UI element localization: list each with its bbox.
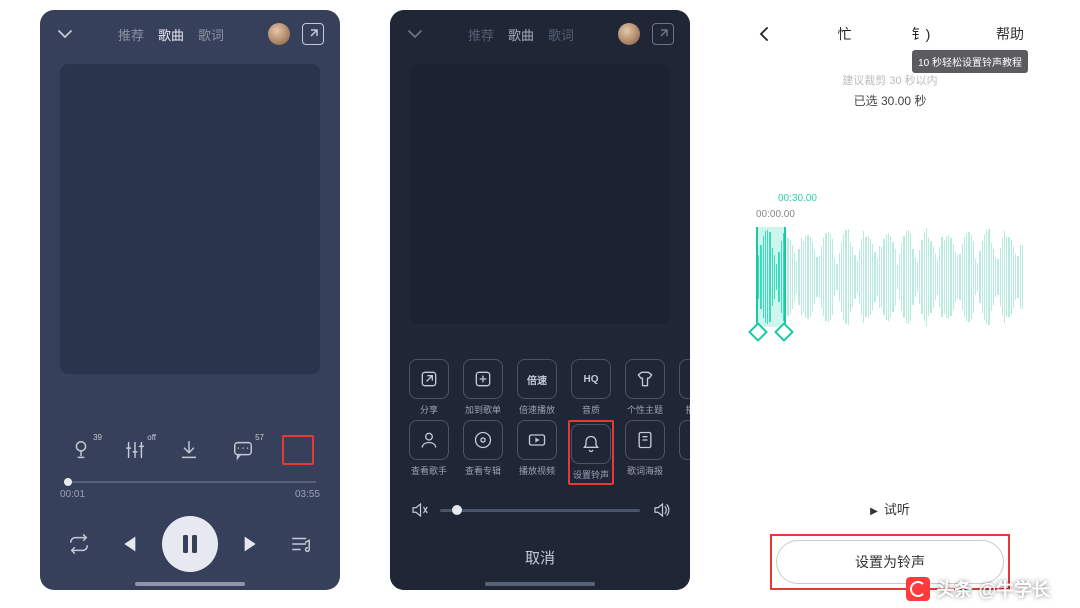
download-icon[interactable] — [174, 435, 204, 465]
sheet-item-label: 查看歌手 — [411, 464, 447, 477]
ringtone-editor-screen: 忙钅) 帮助 10 秒轻松设置铃声教程 建议裁剪 30 秒以内 已选 30.00… — [740, 10, 1040, 590]
theme-icon — [625, 359, 665, 399]
comment-badge: 57 — [255, 433, 264, 442]
end-time-label: 00:30.00 — [778, 193, 817, 204]
eq-badge: off — [147, 433, 156, 442]
prev-icon[interactable] — [113, 529, 143, 559]
sheet-item-label: 设置铃声 — [573, 468, 609, 481]
driving-icon — [679, 420, 690, 460]
album-cover — [60, 64, 320, 374]
sheet-item-add-playlist[interactable]: 加到歌单 — [460, 359, 506, 416]
watermark-logo-icon — [906, 577, 930, 601]
player-tools: 39 off 57 — [60, 425, 320, 481]
avatar — [618, 23, 640, 45]
next-icon[interactable] — [237, 529, 267, 559]
sing-icon[interactable]: 39 — [66, 435, 96, 465]
sheet-item-share[interactable]: 分享 — [406, 359, 452, 416]
collapse-icon[interactable] — [56, 25, 74, 43]
sheet-item-label: 播放视频 — [519, 464, 555, 477]
sheet-item-quality[interactable]: HQ 音质 — [568, 359, 614, 416]
open-external-icon — [652, 23, 674, 45]
tab-lyrics[interactable]: 歌词 — [198, 25, 224, 44]
trim-hint: 建议裁剪 30 秒以内 — [740, 72, 1040, 88]
player-icon — [679, 359, 690, 399]
watermark-prefix: 头条 — [936, 576, 972, 602]
tutorial-toast[interactable]: 10 秒轻松设置铃声教程 — [912, 50, 1028, 73]
sheet-item-artist[interactable]: 查看歌手 — [406, 420, 452, 485]
selected-duration: 已选 30.00 秒 — [740, 92, 1040, 109]
tab-song[interactable]: 歌曲 — [158, 25, 184, 44]
sheet-item-theme[interactable]: 个性主题 — [622, 359, 668, 416]
player-header-dim: 推荐 歌曲 歌词 — [390, 10, 690, 58]
tab-song: 歌曲 — [508, 25, 534, 44]
home-indicator — [135, 582, 245, 586]
sheet-item-driving[interactable]: 驾驶 — [676, 420, 690, 485]
sing-badge: 39 — [93, 433, 102, 442]
start-time-label: 00:00.00 — [756, 209, 795, 220]
music-player-screen: 推荐 歌曲 歌词 39 off — [40, 10, 340, 590]
player-tabs: 推荐 歌曲 歌词 — [86, 25, 256, 44]
header-title-icons: 忙钅) — [838, 24, 931, 44]
preview-button[interactable]: 试听 — [740, 499, 1040, 518]
sheet-item-speed[interactable]: 倍速倍速播放 — [514, 359, 560, 416]
mute-icon[interactable] — [410, 501, 428, 519]
avatar[interactable] — [268, 23, 290, 45]
time-current: 00:01 — [60, 489, 85, 500]
volume-slider[interactable] — [440, 509, 640, 512]
sheet-item-player[interactable]: 播放器 — [676, 359, 690, 416]
tab-recommend: 推荐 — [468, 25, 494, 44]
back-icon[interactable] — [756, 26, 772, 42]
sheet-item-label: 倍速播放 — [519, 403, 555, 416]
album-cover-dim — [410, 64, 670, 324]
volume-row — [390, 485, 690, 529]
home-indicator — [485, 582, 595, 586]
artist-icon — [409, 420, 449, 460]
playlist-icon[interactable] — [286, 529, 316, 559]
sheet-item-album[interactable]: 查看专辑 — [460, 420, 506, 485]
ringtone-icon — [571, 424, 611, 464]
sheet-item-label: 音质 — [582, 403, 600, 416]
selection-handles[interactable] — [756, 227, 786, 327]
comment-icon[interactable]: 57 — [228, 435, 258, 465]
progress-bar[interactable] — [64, 481, 316, 483]
tab-lyrics: 歌词 — [548, 25, 574, 44]
more-icon[interactable] — [282, 435, 314, 465]
sheet-item-label: 查看专辑 — [465, 464, 501, 477]
loop-icon[interactable] — [64, 529, 94, 559]
sheet-item-label: 歌词海报 — [627, 464, 663, 477]
sheet-item-label: 分享 — [420, 403, 438, 416]
playback-controls — [60, 516, 320, 572]
cancel-button[interactable]: 取消 — [390, 529, 690, 590]
lyric-poster-icon — [625, 420, 665, 460]
waveform-area[interactable]: 00:30.00 00:00.00 — [756, 209, 1024, 349]
speed-icon: 倍速 — [517, 359, 557, 399]
open-external-icon[interactable] — [302, 23, 324, 45]
sheet-row-2: 查看歌手 查看专辑 播放视频 设置铃声 歌词海报驾驶 — [406, 420, 690, 485]
tab-recommend[interactable]: 推荐 — [118, 25, 144, 44]
sheet-item-ringtone[interactable]: 设置铃声 — [568, 420, 614, 485]
watermark-author: @牛学长 — [978, 576, 1050, 602]
volume-max-icon[interactable] — [652, 501, 670, 519]
sheet-item-label: 播放器 — [685, 403, 690, 416]
add-playlist-icon — [463, 359, 503, 399]
album-icon — [463, 420, 503, 460]
sheet-item-label: 个性主题 — [627, 403, 663, 416]
action-sheet-screen: 推荐 歌曲 歌词 分享加到歌单倍速倍速播放HQ音质个性主题播放器 查看歌手查看专… — [390, 10, 690, 590]
sheet-item-lyric-poster[interactable]: 歌词海报 — [622, 420, 668, 485]
sheet-item-video[interactable]: 播放视频 — [514, 420, 560, 485]
help-link[interactable]: 帮助 — [996, 24, 1024, 44]
equalizer-icon[interactable]: off — [120, 435, 150, 465]
quality-icon: HQ — [571, 359, 611, 399]
sheet-row-1: 分享加到歌单倍速倍速播放HQ音质个性主题播放器 — [406, 359, 690, 416]
waveform[interactable] — [756, 227, 1024, 327]
collapse-icon[interactable] — [406, 25, 424, 43]
pause-button[interactable] — [162, 516, 218, 572]
sheet-item-label: 加到歌单 — [465, 403, 501, 416]
time-total: 03:55 — [295, 489, 320, 500]
video-icon — [517, 420, 557, 460]
player-header: 推荐 歌曲 歌词 — [40, 10, 340, 58]
share-icon — [409, 359, 449, 399]
action-sheet: 分享加到歌单倍速倍速播放HQ音质个性主题播放器 查看歌手查看专辑播放视频设置铃声… — [390, 355, 690, 590]
watermark: 头条 @牛学长 — [906, 576, 1050, 602]
